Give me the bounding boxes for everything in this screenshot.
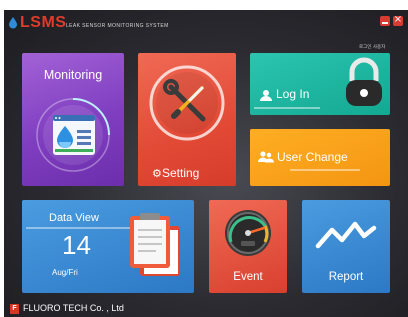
monitoring-icon <box>36 98 110 172</box>
title-bar: LSMS LEAK SENSOR MONITORING SYSTEM × <box>4 10 408 40</box>
company-name: FLUORO TECH Co. , Ltd <box>23 303 124 313</box>
app-name: LSMS <box>20 14 67 31</box>
water-drop-logo-icon <box>9 17 17 29</box>
company-logo-icon: F <box>10 304 19 314</box>
gear-icon: ⚙ <box>152 167 162 180</box>
data-view-date: Aug/Fri <box>52 268 78 277</box>
minimize-button[interactable] <box>380 16 390 26</box>
user-icon <box>260 90 272 101</box>
setting-label: Setting <box>162 166 200 180</box>
data-view-label: Data View <box>49 212 99 224</box>
gauge-icon <box>225 210 271 256</box>
user-change-tile[interactable]: User Change <box>250 129 390 186</box>
close-icon: × <box>393 14 403 25</box>
login-label: Log In <box>276 87 310 101</box>
logged-in-user-label: 로그인 사용자 <box>359 45 386 50</box>
data-view-day: 14 <box>62 230 91 260</box>
close-button[interactable]: × <box>393 14 403 26</box>
minimize-icon <box>382 22 388 24</box>
event-label: Event <box>233 271 263 283</box>
user-group-icon <box>258 151 274 163</box>
login-tile[interactable]: Log In <box>250 53 390 115</box>
user-change-label: User Change <box>277 150 348 164</box>
padlock-icon <box>346 57 382 106</box>
report-label: Report <box>328 271 364 283</box>
user-change-underline <box>290 169 360 171</box>
app-subtitle: LEAK SENSOR MONITORING SYSTEM <box>66 23 169 29</box>
setting-tile[interactable]: ⚙ Setting <box>138 53 236 186</box>
app-window: LSMS LEAK SENSOR MONITORING SYSTEM × 로그인… <box>4 10 408 317</box>
monitoring-tile[interactable]: Monitoring <box>22 53 124 186</box>
trend-line-icon <box>315 221 377 249</box>
event-tile[interactable]: Event <box>209 200 287 293</box>
report-tile[interactable]: Report <box>302 200 390 293</box>
data-view-tile[interactable]: Data View 14 Aug/Fri <box>22 200 194 293</box>
calendar-pages-icon <box>130 213 180 276</box>
